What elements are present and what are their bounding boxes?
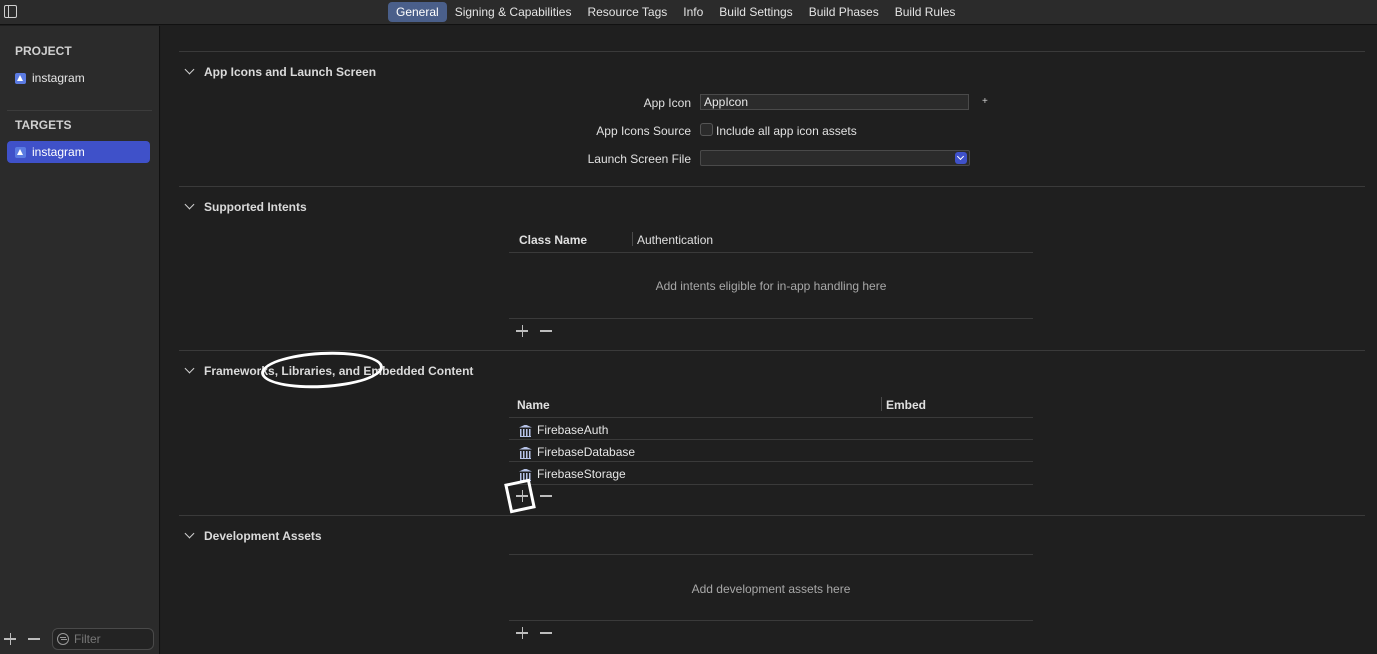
project-icon <box>15 72 26 84</box>
row-divider <box>509 439 1033 440</box>
project-item-label: instagram <box>32 71 85 85</box>
library-icon <box>519 469 532 481</box>
section-divider <box>179 51 1365 52</box>
chevron-down-icon[interactable] <box>184 528 195 539</box>
section-title-supported-intents: Supported Intents <box>204 200 307 214</box>
table-header-divider <box>509 417 1033 418</box>
dev-assets-empty-text: Add development assets here <box>691 582 851 596</box>
chevron-down-icon <box>955 152 967 164</box>
column-header-name[interactable]: Name <box>517 398 550 412</box>
app-icons-source-label: App Icons Source <box>596 124 691 138</box>
filter-placeholder: Filter <box>74 632 101 646</box>
target-item-instagram[interactable]: instagram <box>7 141 150 163</box>
sidebar-filter-field[interactable]: Filter <box>52 628 154 650</box>
column-divider <box>632 232 633 246</box>
table-header-divider <box>509 252 1033 253</box>
filter-icon <box>57 633 69 645</box>
framework-name: FirebaseStorage <box>537 467 626 481</box>
tab-info[interactable]: Info <box>675 2 711 22</box>
library-icon <box>519 447 532 459</box>
chevron-down-icon[interactable] <box>184 363 195 374</box>
sidebar-toggle-icon[interactable] <box>4 5 17 18</box>
include-all-label: Include all app icon assets <box>716 124 857 138</box>
framework-row[interactable]: FirebaseDatabase <box>519 445 635 459</box>
add-dev-asset-button[interactable] <box>512 622 534 644</box>
column-header-class-name[interactable]: Class Name <box>519 233 587 247</box>
add-target-button[interactable] <box>0 628 22 650</box>
remove-intent-button[interactable] <box>536 320 558 342</box>
launch-screen-label: Launch Screen File <box>587 152 691 166</box>
app-target-icon <box>15 146 26 158</box>
general-settings-panel: App Icons and Launch Screen App Icon App… <box>161 26 1377 654</box>
intents-empty-text: Add intents eligible for in-app handling… <box>655 279 887 293</box>
project-header: PROJECT <box>15 44 72 58</box>
remove-framework-button[interactable] <box>536 485 558 507</box>
chevron-down-icon[interactable] <box>184 64 195 75</box>
app-icon-label: App Icon <box>643 96 691 110</box>
framework-row[interactable]: FirebaseAuth <box>519 423 608 437</box>
table-footer-divider <box>509 318 1033 319</box>
row-divider <box>509 461 1033 462</box>
remove-dev-asset-button[interactable] <box>536 622 558 644</box>
project-item-instagram[interactable]: instagram <box>7 67 150 89</box>
include-all-checkbox[interactable] <box>700 123 713 136</box>
section-divider <box>179 186 1365 187</box>
framework-name: FirebaseDatabase <box>537 445 636 459</box>
column-header-authentication[interactable]: Authentication <box>637 233 713 247</box>
tab-build-settings[interactable]: Build Settings <box>711 2 800 22</box>
library-icon <box>519 425 532 437</box>
section-divider <box>179 515 1365 516</box>
app-icon-field[interactable]: AppIcon <box>700 94 969 110</box>
annotation-circle <box>260 348 384 392</box>
tab-signing-capabilities[interactable]: Signing & Capabilities <box>447 2 580 22</box>
add-intent-button[interactable] <box>512 320 534 342</box>
tab-build-phases[interactable]: Build Phases <box>801 2 887 22</box>
chevron-down-icon[interactable] <box>184 199 195 210</box>
sidebar-divider <box>7 110 152 111</box>
table-header-divider <box>509 554 1033 555</box>
launch-screen-popup[interactable] <box>700 150 970 166</box>
framework-row[interactable]: FirebaseStorage <box>519 467 626 481</box>
tab-build-rules[interactable]: Build Rules <box>887 2 964 22</box>
section-title-development-assets: Development Assets <box>204 529 322 543</box>
project-target-sidebar: PROJECT instagram TARGETS instagram <box>0 26 160 654</box>
editor-tab-bar: General Signing & Capabilities Resource … <box>0 0 1377 25</box>
section-title-app-icons: App Icons and Launch Screen <box>204 65 377 79</box>
app-icon-add-icon[interactable]: + <box>982 96 988 107</box>
targets-header: TARGETS <box>15 118 72 132</box>
table-footer-divider <box>509 620 1033 621</box>
section-divider <box>179 350 1365 351</box>
tab-list: General Signing & Capabilities Resource … <box>388 2 963 22</box>
target-item-label: instagram <box>32 145 85 159</box>
tab-general[interactable]: General <box>388 2 447 22</box>
tab-resource-tags[interactable]: Resource Tags <box>579 2 675 22</box>
column-divider <box>881 397 882 411</box>
remove-target-button[interactable] <box>24 628 46 650</box>
table-footer-divider <box>509 484 1033 485</box>
column-header-embed[interactable]: Embed <box>886 398 926 412</box>
framework-name: FirebaseAuth <box>537 423 609 437</box>
